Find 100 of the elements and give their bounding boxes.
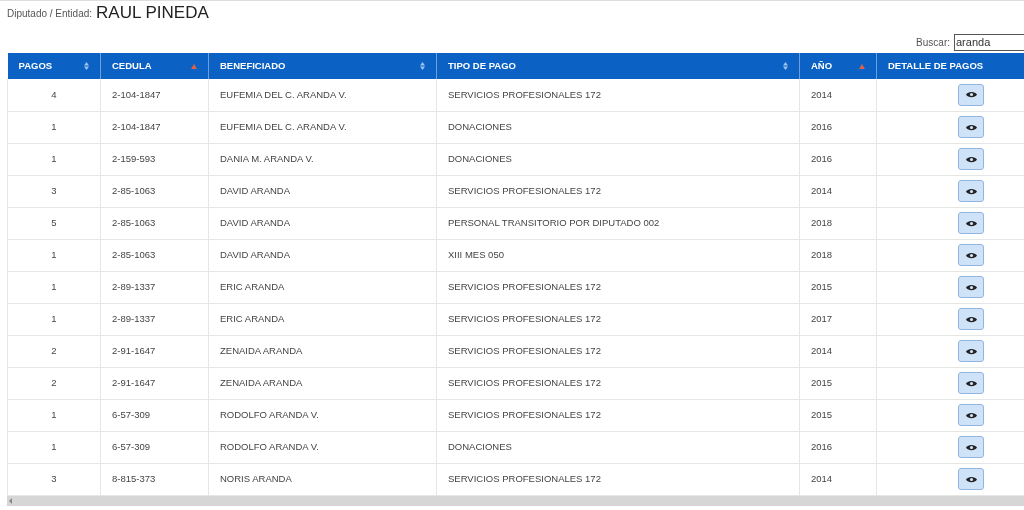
search-field[interactable]: aranda	[954, 33, 1024, 51]
table-cell: 1	[51, 280, 57, 292]
table-cell: 2016	[811, 152, 833, 164]
eye-icon	[965, 219, 977, 227]
eye-icon	[965, 251, 977, 259]
column-header[interactable]: TIPO DE PAGO	[436, 53, 800, 79]
table-cell: 2014	[811, 344, 833, 356]
table-cell: 2014	[811, 88, 833, 100]
eye-icon	[965, 123, 977, 131]
table-cell: 6-57-309	[112, 440, 151, 452]
table-cell: 5	[51, 216, 57, 228]
table-cell: 2015	[811, 280, 833, 292]
table-cell: SERVICIOS PROFESIONALES 172	[448, 312, 601, 324]
table-cell: ERIC ARANDA	[220, 312, 285, 324]
table-cell: 1	[51, 440, 57, 452]
view-details-button[interactable]	[958, 276, 984, 298]
table-cell: SERVICIOS PROFESIONALES 172	[448, 184, 601, 196]
table-cell: 2-85-1063	[112, 248, 156, 260]
table-cell: 2016	[811, 120, 833, 132]
table-cell: 2	[51, 376, 57, 388]
view-details-button[interactable]	[958, 468, 984, 490]
table-cell: 1	[51, 248, 57, 260]
table-cell: 2-91-1647	[112, 344, 156, 356]
sort-icon	[783, 62, 788, 70]
view-details-button[interactable]	[958, 308, 984, 330]
table-cell: 2018	[811, 248, 833, 260]
table-cell: 1	[51, 120, 57, 132]
eye-icon	[965, 443, 977, 451]
eye-icon	[965, 155, 977, 163]
table-cell: 2016	[811, 440, 833, 452]
view-details-button[interactable]	[958, 148, 984, 170]
table-cell: 2-159-593	[112, 152, 156, 164]
table-cell: 4	[51, 88, 57, 100]
table-cell: 2-104-1847	[112, 88, 161, 100]
table-cell: 1	[51, 312, 57, 324]
table-cell: NORIS ARANDA	[220, 472, 292, 484]
column-header[interactable]: PAGOS	[7, 53, 101, 79]
eye-icon	[965, 91, 977, 99]
column-header[interactable]: AÑO	[799, 53, 877, 79]
view-details-button[interactable]	[958, 372, 984, 394]
table-cell: 2-89-1337	[112, 280, 156, 292]
search-label: Buscar:	[916, 35, 950, 50]
table-cell: SERVICIOS PROFESIONALES 172	[448, 88, 601, 100]
view-details-button[interactable]	[958, 436, 984, 458]
view-details-button[interactable]	[958, 180, 984, 202]
view-details-button[interactable]	[958, 340, 984, 362]
view-details-button[interactable]	[958, 404, 984, 426]
eye-icon	[965, 411, 977, 419]
eye-icon	[965, 283, 977, 291]
table-cell: SERVICIOS PROFESIONALES 172	[448, 408, 601, 420]
column-header[interactable]: DETALLE DE PAGOS	[876, 53, 1024, 79]
table-cell: SERVICIOS PROFESIONALES 172	[448, 376, 601, 388]
table-cell: 2015	[811, 376, 833, 388]
eye-icon	[965, 379, 977, 387]
table-cell: 2	[51, 344, 57, 356]
eye-icon	[965, 315, 977, 323]
eye-icon	[965, 347, 977, 355]
table-cell: EUFEMIA DEL C. ARANDA V.	[220, 120, 347, 132]
table-cell: 2-104-1847	[112, 120, 161, 132]
table-cell: 1	[51, 152, 57, 164]
table-cell: 2-85-1063	[112, 184, 156, 196]
table-cell: DONACIONES	[448, 440, 512, 452]
view-details-button[interactable]	[958, 116, 984, 138]
sort-icon	[420, 62, 425, 70]
table-cell: SERVICIOS PROFESIONALES 172	[448, 472, 601, 484]
table-cell: ZENAIDA ARANDA	[220, 344, 303, 356]
table-cell: 2-89-1337	[112, 312, 156, 324]
eye-icon	[965, 187, 977, 195]
table-cell: DAVID ARANDA	[220, 216, 291, 228]
view-details-button[interactable]	[958, 83, 984, 106]
view-details-button[interactable]	[958, 244, 984, 266]
view-details-button[interactable]	[958, 212, 984, 234]
table-cell: 2015	[811, 408, 833, 420]
sort-ascending-icon	[191, 63, 197, 69]
eye-icon	[965, 475, 977, 483]
table-cell: DAVID ARANDA	[220, 248, 291, 260]
sort-icon	[84, 62, 89, 70]
column-header[interactable]: CEDULA	[100, 53, 209, 79]
table-cell: 1	[51, 408, 57, 420]
table-cell: 3	[51, 472, 57, 484]
table-cell: SERVICIOS PROFESIONALES 172	[448, 280, 601, 292]
table-cell: RODOLFO ARANDA V.	[220, 440, 319, 452]
horizontal-scrollbar[interactable]	[7, 496, 1024, 506]
column-header[interactable]: BENEFICIADO	[208, 53, 437, 79]
entity-name: RAUL PINEDA	[96, 3, 209, 23]
table-cell: EUFEMIA DEL C. ARANDA V.	[220, 88, 347, 100]
table-cell: 2-85-1063	[112, 216, 156, 228]
table-cell: 2-91-1647	[112, 376, 156, 388]
table-cell: 2017	[811, 312, 833, 324]
table-cell: SERVICIOS PROFESIONALES 172	[448, 344, 601, 356]
table-cell: DONACIONES	[448, 120, 512, 132]
table-cell: 2014	[811, 472, 833, 484]
table-cell: DAVID ARANDA	[220, 184, 291, 196]
table-cell: DANIA M. ARANDA V.	[220, 152, 314, 164]
table-cell: PERSONAL TRANSITORIO POR DIPUTADO 002	[448, 216, 660, 228]
table-cell: ZENAIDA ARANDA	[220, 376, 303, 388]
sort-ascending-icon	[859, 63, 865, 69]
table-cell: 8-815-373	[112, 472, 156, 484]
table-cell: 3	[51, 184, 57, 196]
table-cell: 2014	[811, 184, 833, 196]
